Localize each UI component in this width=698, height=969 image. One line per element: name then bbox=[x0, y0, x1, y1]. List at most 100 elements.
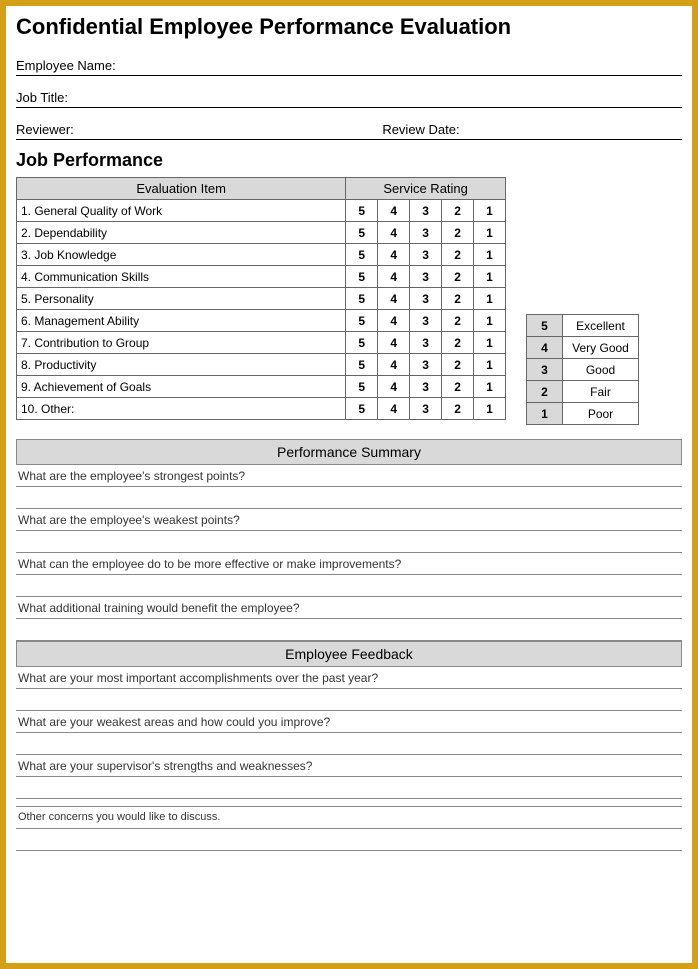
table-row: 2. Dependability54321 bbox=[17, 222, 506, 244]
rating-option[interactable]: 1 bbox=[474, 332, 506, 354]
summary-q2: What are the employee's weakest points? bbox=[16, 509, 682, 531]
rating-option[interactable]: 2 bbox=[442, 222, 474, 244]
rating-option[interactable]: 4 bbox=[378, 200, 410, 222]
rating-option[interactable]: 3 bbox=[410, 244, 442, 266]
legend-row: 3Good bbox=[527, 359, 639, 381]
rating-option[interactable]: 3 bbox=[410, 310, 442, 332]
evaluation-item: 4. Communication Skills bbox=[17, 266, 346, 288]
rating-option[interactable]: 5 bbox=[346, 398, 378, 420]
table-row: 1. General Quality of Work54321 bbox=[17, 200, 506, 222]
rating-option[interactable]: 5 bbox=[346, 200, 378, 222]
table-row: 7. Contribution to Group54321 bbox=[17, 332, 506, 354]
rating-option[interactable]: 4 bbox=[378, 398, 410, 420]
rating-option[interactable]: 1 bbox=[474, 288, 506, 310]
rating-legend-table: 5Excellent4Very Good3Good2Fair1Poor bbox=[526, 314, 639, 425]
rating-option[interactable]: 4 bbox=[378, 266, 410, 288]
rating-option[interactable]: 2 bbox=[442, 376, 474, 398]
feedback-q4: Other concerns you would like to discuss… bbox=[16, 807, 682, 829]
rating-option[interactable]: 1 bbox=[474, 376, 506, 398]
rating-option[interactable]: 3 bbox=[410, 354, 442, 376]
rating-option[interactable]: 4 bbox=[378, 244, 410, 266]
performance-summary-header: Performance Summary bbox=[16, 439, 682, 465]
evaluation-item: 8. Productivity bbox=[17, 354, 346, 376]
rating-option[interactable]: 4 bbox=[378, 310, 410, 332]
legend-label: Excellent bbox=[563, 315, 639, 337]
job-title-field[interactable]: Job Title: bbox=[16, 86, 682, 108]
review-date-label: Review Date: bbox=[382, 122, 459, 137]
rating-option[interactable]: 5 bbox=[346, 332, 378, 354]
rating-option[interactable]: 2 bbox=[442, 200, 474, 222]
reviewer-label: Reviewer: bbox=[16, 122, 74, 137]
rating-option[interactable]: 3 bbox=[410, 288, 442, 310]
rating-option[interactable]: 4 bbox=[378, 222, 410, 244]
feedback-a4[interactable] bbox=[16, 829, 682, 851]
job-performance-heading: Job Performance bbox=[16, 150, 682, 171]
table-row: 5. Personality54321 bbox=[17, 288, 506, 310]
rating-option[interactable]: 3 bbox=[410, 332, 442, 354]
rating-option[interactable]: 3 bbox=[410, 200, 442, 222]
review-date-field[interactable]: Review Date: bbox=[382, 122, 682, 137]
rating-option[interactable]: 1 bbox=[474, 200, 506, 222]
rating-option[interactable]: 3 bbox=[410, 222, 442, 244]
rating-option[interactable]: 2 bbox=[442, 288, 474, 310]
evaluation-item: 9. Achievement of Goals bbox=[17, 376, 346, 398]
table-row: 4. Communication Skills54321 bbox=[17, 266, 506, 288]
legend-row: 4Very Good bbox=[527, 337, 639, 359]
rating-option[interactable]: 3 bbox=[410, 398, 442, 420]
evaluation-item: 7. Contribution to Group bbox=[17, 332, 346, 354]
evaluation-item: 6. Management Ability bbox=[17, 310, 346, 332]
rating-option[interactable]: 2 bbox=[442, 398, 474, 420]
rating-option[interactable]: 4 bbox=[378, 332, 410, 354]
summary-a3[interactable] bbox=[16, 575, 682, 597]
rating-option[interactable]: 5 bbox=[346, 376, 378, 398]
rating-option[interactable]: 4 bbox=[378, 354, 410, 376]
rating-option[interactable]: 5 bbox=[346, 354, 378, 376]
employee-feedback-header: Employee Feedback bbox=[16, 641, 682, 667]
rating-option[interactable]: 2 bbox=[442, 354, 474, 376]
rating-option[interactable]: 5 bbox=[346, 288, 378, 310]
feedback-q2: What are your weakest areas and how coul… bbox=[16, 711, 682, 733]
summary-a4[interactable] bbox=[16, 619, 682, 641]
rating-option[interactable]: 2 bbox=[442, 310, 474, 332]
summary-a1[interactable] bbox=[16, 487, 682, 509]
legend-label: Good bbox=[563, 359, 639, 381]
table-row: 9. Achievement of Goals54321 bbox=[17, 376, 506, 398]
rating-option[interactable]: 2 bbox=[442, 332, 474, 354]
rating-option[interactable]: 3 bbox=[410, 266, 442, 288]
rating-option[interactable]: 1 bbox=[474, 354, 506, 376]
reviewer-field[interactable]: Reviewer: bbox=[16, 122, 382, 137]
rating-option[interactable]: 1 bbox=[474, 222, 506, 244]
table-row: 8. Productivity54321 bbox=[17, 354, 506, 376]
rating-option[interactable]: 1 bbox=[474, 398, 506, 420]
feedback-a2[interactable] bbox=[16, 733, 682, 755]
rating-option[interactable]: 2 bbox=[442, 244, 474, 266]
legend-row: 1Poor bbox=[527, 403, 639, 425]
summary-q3: What can the employee do to be more effe… bbox=[16, 553, 682, 575]
page-title: Confidential Employee Performance Evalua… bbox=[16, 14, 682, 40]
evaluation-item: 3. Job Knowledge bbox=[17, 244, 346, 266]
job-title-label: Job Title: bbox=[16, 90, 68, 105]
rating-option[interactable]: 5 bbox=[346, 222, 378, 244]
legend-number: 1 bbox=[527, 403, 563, 425]
employee-name-label: Employee Name: bbox=[16, 58, 116, 73]
rating-option[interactable]: 1 bbox=[474, 244, 506, 266]
feedback-a1[interactable] bbox=[16, 689, 682, 711]
rating-option[interactable]: 3 bbox=[410, 376, 442, 398]
legend-number: 3 bbox=[527, 359, 563, 381]
evaluation-table: Evaluation Item Service Rating 1. Genera… bbox=[16, 177, 506, 420]
rating-option[interactable]: 1 bbox=[474, 310, 506, 332]
feedback-a3[interactable] bbox=[16, 777, 682, 799]
summary-a2[interactable] bbox=[16, 531, 682, 553]
rating-option[interactable]: 1 bbox=[474, 266, 506, 288]
employee-name-field[interactable]: Employee Name: bbox=[16, 54, 682, 76]
legend-number: 2 bbox=[527, 381, 563, 403]
summary-q1: What are the employee's strongest points… bbox=[16, 465, 682, 487]
rating-option[interactable]: 5 bbox=[346, 266, 378, 288]
rating-option[interactable]: 4 bbox=[378, 288, 410, 310]
rating-option[interactable]: 5 bbox=[346, 244, 378, 266]
rating-option[interactable]: 5 bbox=[346, 310, 378, 332]
rating-option[interactable]: 2 bbox=[442, 266, 474, 288]
legend-label: Fair bbox=[563, 381, 639, 403]
table-row: 3. Job Knowledge54321 bbox=[17, 244, 506, 266]
rating-option[interactable]: 4 bbox=[378, 376, 410, 398]
